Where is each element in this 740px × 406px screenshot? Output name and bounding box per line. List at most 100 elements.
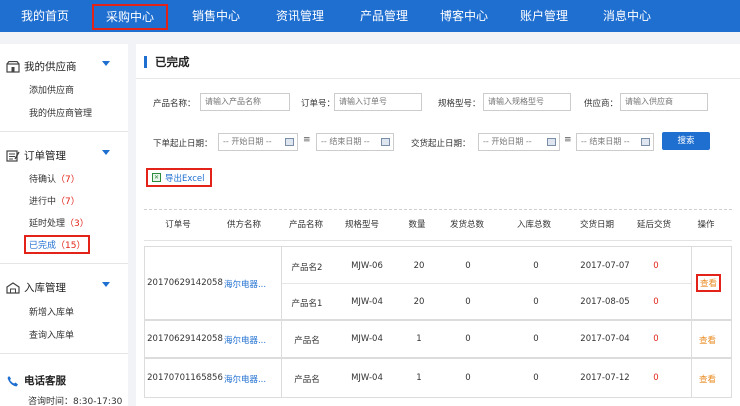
sidebar-link-completed[interactable]: 已完成（15） xyxy=(24,235,91,254)
order-no-field[interactable] xyxy=(339,97,421,106)
view-button[interactable]: 查看 xyxy=(696,274,722,292)
stocked-total: 0 xyxy=(533,297,539,307)
shipped-total: 0 xyxy=(465,373,471,383)
supplier-link[interactable]: 海尔电器... xyxy=(221,278,269,290)
order-icon xyxy=(6,149,20,162)
table-header-divider xyxy=(144,240,732,241)
cell-divider xyxy=(691,247,692,319)
view-button[interactable]: 查看 xyxy=(699,334,716,346)
order-no-input[interactable] xyxy=(334,93,422,111)
order-no-label: 订单号： xyxy=(301,99,336,109)
item-divider xyxy=(282,283,691,284)
supplier-input[interactable] xyxy=(620,93,708,111)
nav-account-management[interactable]: 账户管理 xyxy=(502,0,586,32)
export-label: 导出Excel xyxy=(165,173,205,184)
col-header-action: 操作 xyxy=(697,220,715,230)
table-row: 20170629142058 海尔电器... 产品名 MJW-04 1 0 0 … xyxy=(144,320,732,358)
order-date-start-input[interactable] xyxy=(218,133,298,151)
qty: 1 xyxy=(416,373,422,383)
col-header-order-no: 订单号 xyxy=(165,220,191,230)
count-badge: （15） xyxy=(56,241,86,251)
delivery-date: 2017-07-04 xyxy=(580,334,630,344)
sidebar-group-supplier[interactable]: 我的供应商 xyxy=(6,59,77,74)
calendar-icon[interactable] xyxy=(381,138,390,146)
phone-icon xyxy=(6,375,20,387)
delivery-date-end-input[interactable] xyxy=(576,133,654,151)
range-separator-icon: ≡ xyxy=(303,135,311,145)
order-date-label: 下单起止日期： xyxy=(153,139,213,149)
calendar-icon[interactable] xyxy=(641,138,650,146)
sidebar-link-pending[interactable]: 待确认（7） xyxy=(29,172,80,185)
cell-divider xyxy=(691,321,692,357)
page-title: 已完成 xyxy=(144,56,190,68)
sidebar-link-in-progress[interactable]: 进行中（7） xyxy=(29,194,80,207)
warehouse-icon xyxy=(6,281,20,294)
sidebar-group-supplier-label: 我的供应商 xyxy=(24,61,77,73)
shipped-total: 0 xyxy=(465,297,471,307)
product-name-input[interactable] xyxy=(200,93,290,111)
col-header-supplier: 供方名称 xyxy=(226,220,261,230)
nav-product-management[interactable]: 产品管理 xyxy=(342,0,426,32)
calendar-icon[interactable] xyxy=(547,138,556,146)
sidebar-divider xyxy=(0,263,128,264)
count-badge: （7） xyxy=(56,175,80,185)
spec: MJW-04 xyxy=(351,297,383,307)
product-name: 产品名1 xyxy=(291,299,323,309)
product-name-field[interactable] xyxy=(205,97,289,106)
service-hours: 咨询时间：8:30-17:30 xyxy=(28,397,123,406)
cell-divider xyxy=(691,359,692,397)
stocked-total: 0 xyxy=(533,334,539,344)
col-header-spec: 规格型号 xyxy=(344,220,379,230)
col-header-delay: 延后交货 xyxy=(636,220,671,230)
delivery-date: 2017-07-12 xyxy=(580,373,630,383)
qty: 20 xyxy=(413,297,425,307)
table-row: 20170701165856 海尔电器... 产品名 MJW-04 1 0 0 … xyxy=(144,358,732,398)
top-nav: 我的首页 采购中心 销售中心 资讯管理 产品管理 博客中心 账户管理 消息中心 xyxy=(0,0,740,32)
col-header-stocked: 入库总数 xyxy=(516,220,551,230)
spec-field[interactable] xyxy=(488,97,570,106)
spec-label: 规格型号： xyxy=(438,99,481,109)
range-separator-icon: ≡ xyxy=(564,135,572,145)
sidebar-link-supplier-management[interactable]: 我的供应商管理 xyxy=(29,106,92,119)
excel-icon: ✕ xyxy=(152,173,161,182)
sidebar-link-add-supplier[interactable]: 添加供应商 xyxy=(29,83,74,96)
sidebar-group-stock[interactable]: 入库管理 xyxy=(6,280,66,295)
sidebar-link-new-stock[interactable]: 新增入库单 xyxy=(29,305,74,318)
delivery-date-label: 交货起止日期： xyxy=(411,139,471,149)
calendar-icon[interactable] xyxy=(285,138,294,146)
spec: MJW-04 xyxy=(351,334,383,344)
delivery-date: 2017-07-07 xyxy=(580,261,630,271)
nav-home[interactable]: 我的首页 xyxy=(0,0,90,32)
cell-divider xyxy=(281,321,282,357)
product-name: 产品名2 xyxy=(291,263,323,273)
delay-count: 0 xyxy=(653,334,659,344)
order-date-end-input[interactable] xyxy=(316,133,394,151)
nav-blog-center[interactable]: 博客中心 xyxy=(426,0,502,32)
nav-sales-center[interactable]: 销售中心 xyxy=(174,0,258,32)
supplier-field[interactable] xyxy=(625,97,707,106)
sidebar-group-order-label: 订单管理 xyxy=(24,150,66,162)
delivery-date: 2017-08-05 xyxy=(580,297,630,307)
spec-input[interactable] xyxy=(483,93,571,111)
dotted-divider xyxy=(144,209,732,210)
nav-message-center[interactable]: 消息中心 xyxy=(586,0,668,32)
sidebar-group-order[interactable]: 订单管理 xyxy=(6,148,66,163)
view-button[interactable]: 查看 xyxy=(699,373,716,385)
link-label: 待确认 xyxy=(29,175,57,185)
search-button[interactable]: 搜索 xyxy=(662,132,710,150)
supplier-link[interactable]: 海尔电器... xyxy=(221,373,269,385)
delay-count: 0 xyxy=(653,261,659,271)
sidebar-group-stock-label: 入库管理 xyxy=(24,282,66,294)
delivery-date-start-input[interactable] xyxy=(478,133,560,151)
sidebar-link-delayed[interactable]: 延时处理（3） xyxy=(29,216,89,229)
product-name: 产品名 xyxy=(294,375,320,385)
export-excel-button[interactable]: ✕ 导出Excel xyxy=(146,168,212,187)
count-badge: （7） xyxy=(56,197,80,207)
supplier-link[interactable]: 海尔电器... xyxy=(221,334,269,346)
link-label: 延时处理 xyxy=(29,219,66,229)
supplier-label: 供应商： xyxy=(584,99,619,109)
count-badge: （3） xyxy=(65,219,89,229)
nav-news-management[interactable]: 资讯管理 xyxy=(258,0,342,32)
nav-purchase-center[interactable]: 采购中心 xyxy=(92,4,168,30)
sidebar-link-query-stock[interactable]: 查询入库单 xyxy=(29,328,74,341)
